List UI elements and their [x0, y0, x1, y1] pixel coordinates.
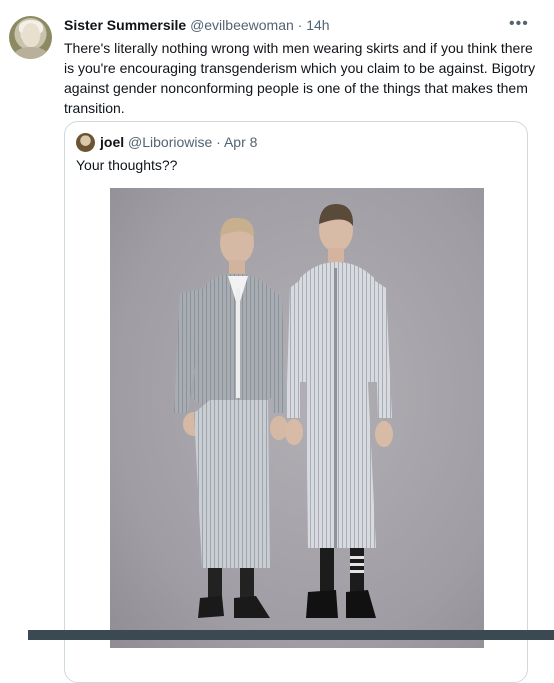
- quoted-tweet-header: joel @Liboriowise · Apr 8: [100, 134, 257, 150]
- quoted-author-avatar: [76, 133, 95, 152]
- avatar-face: [22, 23, 40, 47]
- avatar-shoulders: [14, 47, 48, 59]
- author-avatar[interactable]: [9, 16, 52, 59]
- quoted-author-handle: @Liboriowise: [128, 134, 213, 150]
- tweet-text: There's literally nothing wrong with men…: [64, 40, 536, 116]
- author-handle[interactable]: @evilbeewoman: [190, 17, 294, 33]
- header-separator: ·: [297, 17, 303, 33]
- quoted-tweet-photo[interactable]: [110, 188, 484, 648]
- left-model: [174, 217, 288, 618]
- quoted-tweet-text: Your thoughts??: [76, 157, 178, 173]
- quoted-author-name: joel: [100, 134, 125, 150]
- quoted-tweet[interactable]: joel @Liboriowise · Apr 8 Your thoughts?…: [64, 121, 528, 683]
- tweet-time[interactable]: 14h: [306, 17, 329, 33]
- author-name[interactable]: Sister Summersile: [64, 17, 186, 33]
- tweet[interactable]: Sister Summersile @evilbeewoman · 14h ••…: [0, 0, 554, 683]
- photo-illustration: [174, 204, 393, 618]
- quoted-header-separator: ·: [216, 134, 221, 150]
- quoted-tweet-date: Apr 8: [223, 134, 258, 150]
- bottom-bar: [28, 630, 554, 640]
- tweet-header: Sister Summersile @evilbeewoman · 14h: [64, 17, 330, 33]
- more-options-icon[interactable]: •••: [509, 15, 529, 33]
- right-model: [285, 204, 393, 618]
